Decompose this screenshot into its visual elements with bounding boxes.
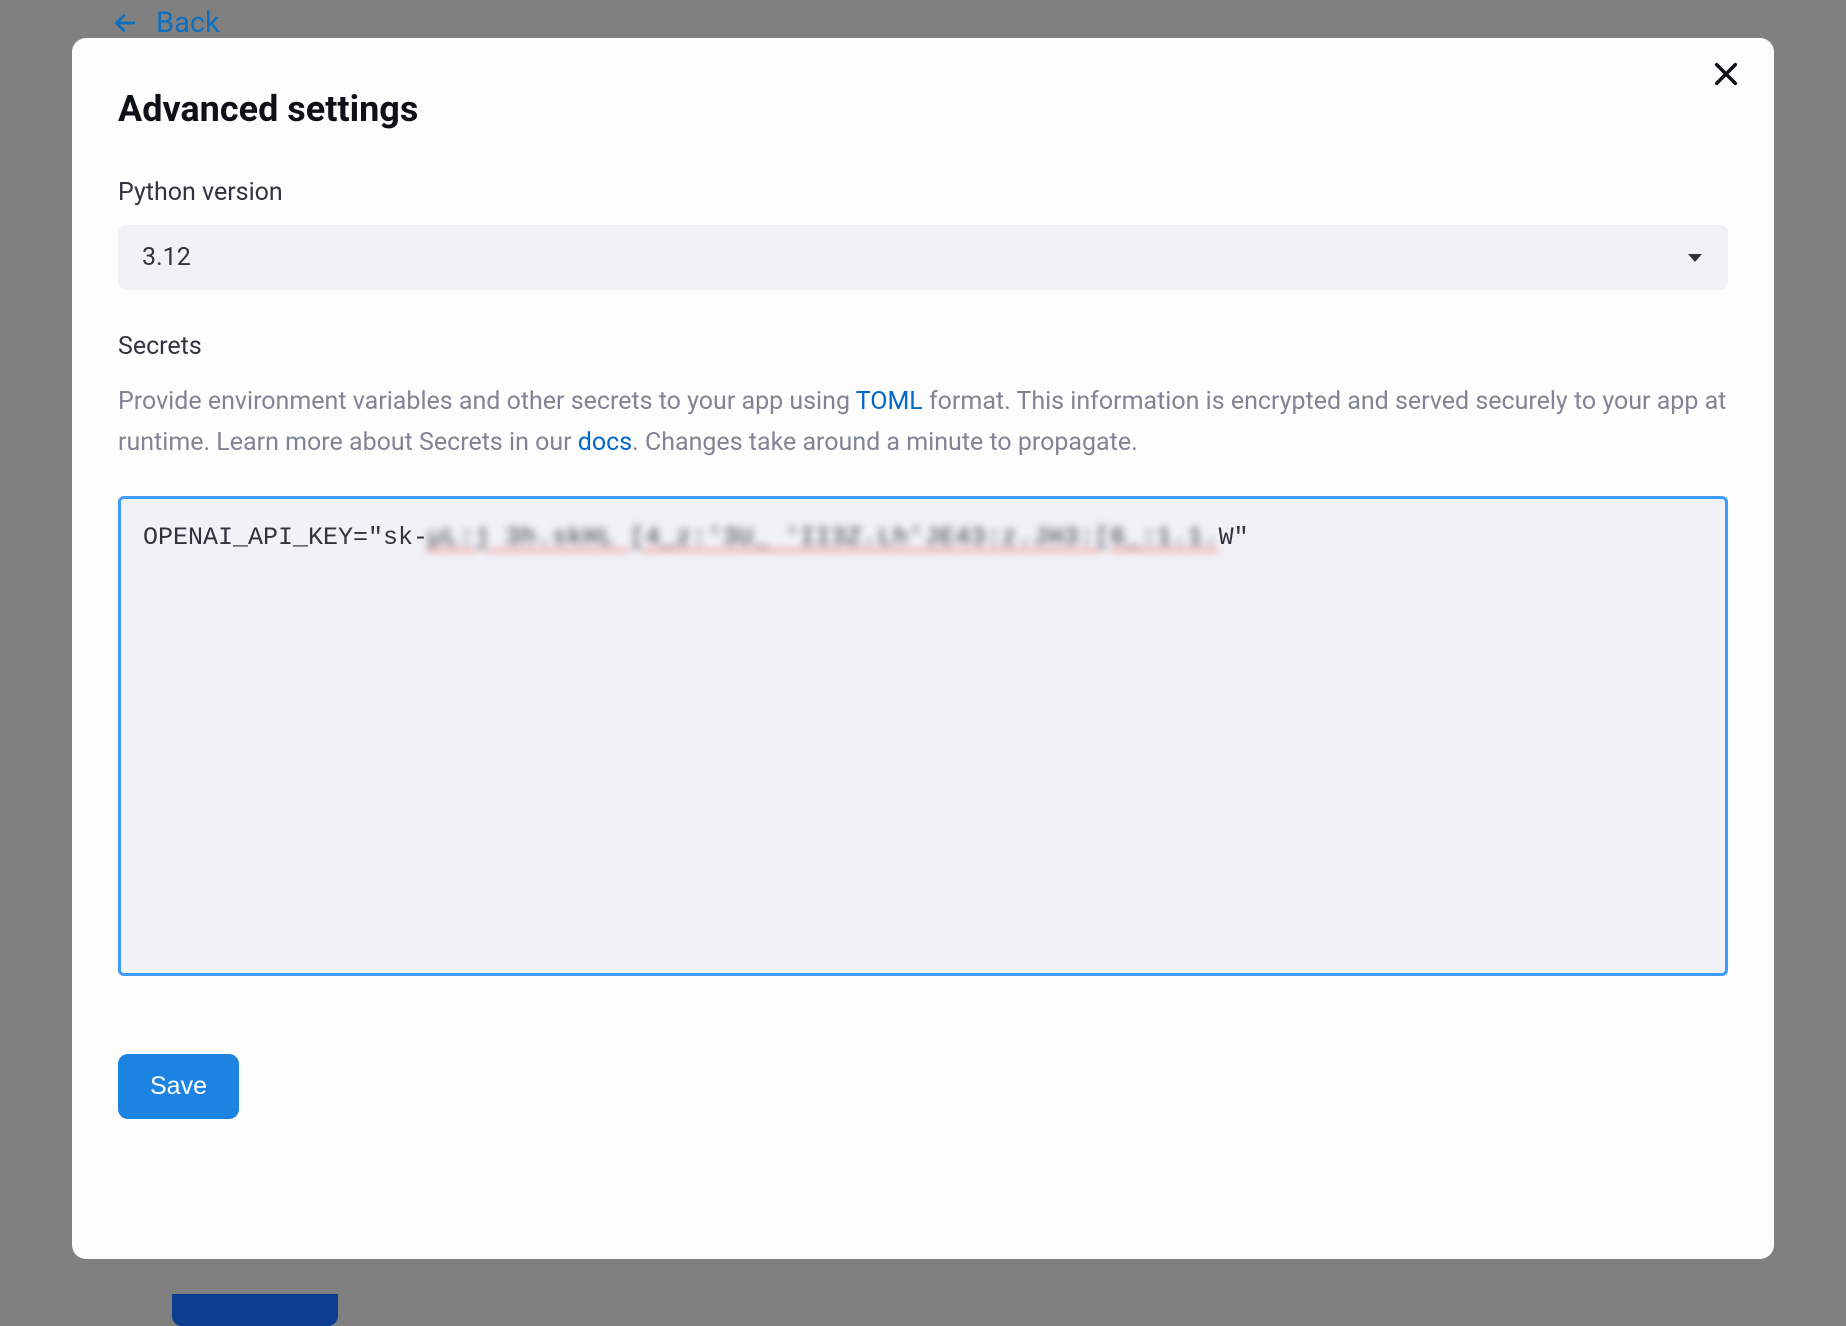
background-button-edge xyxy=(172,1294,338,1326)
secrets-label: Secrets xyxy=(118,332,1728,361)
python-version-select[interactable]: 3.12 xyxy=(118,225,1728,290)
arrow-left-icon xyxy=(112,10,138,36)
modal-title: Advanced settings xyxy=(118,88,1728,130)
secrets-desc-post: . Changes take around a minute to propag… xyxy=(632,428,1138,457)
back-link[interactable]: Back xyxy=(112,6,220,40)
secrets-value-prefix: OPENAI_API_KEY="sk- xyxy=(143,523,428,552)
python-version-label: Python version xyxy=(118,178,1728,207)
save-button[interactable]: Save xyxy=(118,1054,239,1119)
secrets-value-suffix: W" xyxy=(1219,523,1249,552)
advanced-settings-modal: Advanced settings Python version 3.12 Se… xyxy=(72,38,1774,1259)
secrets-value-redacted: µL:j 3h.skHL [4_z:'3U_ 'II3Z.Lh'JE43:z.J… xyxy=(428,523,1219,552)
chevron-down-icon xyxy=(1688,254,1702,262)
close-icon xyxy=(1712,60,1740,96)
back-label: Back xyxy=(156,6,220,40)
secrets-description: Provide environment variables and other … xyxy=(118,381,1728,464)
secrets-input[interactable]: OPENAI_API_KEY="sk-µL:j 3h.skHL [4_z:'3U… xyxy=(118,496,1728,976)
secrets-desc-pre: Provide environment variables and other … xyxy=(118,387,856,416)
python-version-value: 3.12 xyxy=(142,243,191,272)
docs-link[interactable]: docs xyxy=(578,428,632,457)
close-button[interactable] xyxy=(1710,62,1742,94)
toml-link[interactable]: TOML xyxy=(856,387,923,416)
